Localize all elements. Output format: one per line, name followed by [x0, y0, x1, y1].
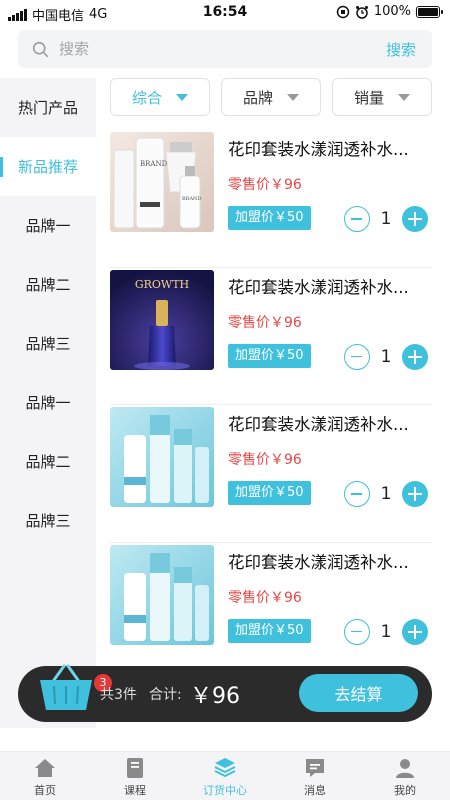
- battery-icon: [416, 5, 443, 18]
- layers-icon: [214, 758, 236, 778]
- book-icon: [127, 758, 143, 778]
- tab-bar: 首页 课程 订货中心 消息 我的: [0, 751, 450, 800]
- orientation-lock-icon: [336, 5, 350, 18]
- tab-course[interactable]: 课程: [90, 752, 180, 800]
- cart-total-label: 合计:: [149, 687, 182, 703]
- status-right: 100%: [336, 4, 443, 19]
- sidebar-item-brand-2[interactable]: 品牌二: [0, 255, 96, 314]
- wholesale-price-badge: 加盟价￥50: [228, 618, 311, 643]
- cart-bar: 3 共3件 合计: ￥96 去结算: [18, 664, 432, 722]
- plus-icon[interactable]: [402, 481, 428, 507]
- product-card[interactable]: BRAND BRAND 花印套装水漾润透补水... 零售价￥96 加盟价￥50 …: [110, 130, 432, 268]
- quantity-value: 1: [380, 209, 392, 229]
- product-image: BRAND BRAND: [110, 132, 214, 232]
- wholesale-price-badge: 加盟价￥50: [228, 343, 311, 368]
- sidebar-item-brand-1[interactable]: 品牌一: [0, 196, 96, 255]
- quantity-stepper: 1: [344, 618, 428, 645]
- quantity-stepper: 1: [344, 343, 428, 370]
- retail-price: 零售价￥96: [228, 177, 302, 193]
- quantity-value: 1: [380, 621, 392, 642]
- cart-total: ￥96: [190, 684, 240, 709]
- filter-brand[interactable]: 品牌: [221, 78, 321, 116]
- minus-icon[interactable]: [344, 206, 370, 232]
- product-card[interactable]: GROWTH 花印套装水漾润透补水... 零售价￥96 加盟价￥50 1: [110, 268, 432, 405]
- user-icon: [396, 759, 414, 778]
- tab-messages[interactable]: 消息: [270, 752, 360, 800]
- caret-down-icon: [398, 93, 410, 101]
- product-image: GROWTH: [110, 269, 214, 370]
- quantity-value: 1: [380, 346, 392, 367]
- filter-bar: 综合 品牌 销量: [110, 78, 432, 118]
- tab-mine[interactable]: 我的: [360, 752, 450, 800]
- caret-down-icon: [287, 93, 299, 101]
- battery-percent: 100%: [373, 4, 411, 19]
- product-image: [110, 544, 214, 645]
- filter-label: 综合: [131, 88, 162, 107]
- caret-down-icon: [176, 93, 188, 101]
- tab-label: 我的: [394, 784, 416, 797]
- wholesale-price-badge: 加盟价￥50: [228, 206, 311, 230]
- sidebar-item-hot-products[interactable]: 热门产品: [0, 78, 96, 137]
- sidebar-item-brand-3[interactable]: 品牌三: [0, 314, 96, 373]
- tab-label: 首页: [34, 784, 56, 797]
- filter-comprehensive[interactable]: 综合: [110, 78, 210, 116]
- checkout-button[interactable]: 去结算: [299, 674, 418, 712]
- alarm-icon: [355, 5, 368, 19]
- sidebar-item-brand-1-b[interactable]: 品牌一: [0, 373, 96, 432]
- plus-icon[interactable]: [402, 343, 428, 370]
- product-card[interactable]: 花印套装水漾润透补水... 零售价￥96 加盟价￥50 1: [110, 543, 432, 680]
- search-icon: [32, 41, 49, 57]
- quantity-stepper: 1: [344, 206, 428, 232]
- minus-icon[interactable]: [344, 343, 370, 370]
- home-icon: [35, 759, 55, 777]
- message-icon: [306, 759, 324, 777]
- product-name: 花印套装水漾润透补水...: [228, 552, 409, 572]
- product-image: [110, 407, 214, 507]
- search-button[interactable]: 搜索: [386, 39, 416, 60]
- category-sidebar: 热门产品 新品推荐 品牌一 品牌二 品牌三 品牌一 品牌二 品牌三: [0, 78, 96, 728]
- brand-text: BRAND: [140, 160, 168, 168]
- retail-price: 零售价￥96: [228, 314, 302, 331]
- minus-icon[interactable]: [344, 618, 370, 645]
- tab-order-center[interactable]: 订货中心: [180, 752, 270, 800]
- plus-icon[interactable]: [402, 206, 428, 232]
- status-bar: 中国电信 4G 16:54 100%: [0, 0, 450, 26]
- search-bar: 搜索: [18, 30, 432, 68]
- retail-price: 零售价￥96: [228, 589, 302, 606]
- product-name: 花印套装水漾润透补水...: [228, 415, 409, 434]
- product-list: BRAND BRAND 花印套装水漾润透补水... 零售价￥96 加盟价￥50 …: [110, 130, 432, 680]
- tab-label: 订货中心: [203, 784, 247, 797]
- sidebar-item-new-products[interactable]: 新品推荐: [0, 137, 96, 196]
- product-card[interactable]: 花印套装水漾润透补水... 零售价￥96 加盟价￥50 1: [110, 405, 432, 543]
- cart-item-count: 共3件: [100, 687, 137, 703]
- tab-label: 消息: [304, 784, 326, 797]
- filter-sales[interactable]: 销量: [332, 78, 432, 116]
- filter-label: 品牌: [242, 88, 273, 107]
- product-name: 花印套装水漾润透补水...: [228, 140, 409, 159]
- filter-label: 销量: [353, 88, 384, 107]
- retail-price: 零售价￥96: [228, 452, 302, 468]
- brand-text: BRAND: [182, 196, 201, 202]
- tab-label: 课程: [124, 784, 146, 797]
- basket-icon[interactable]: [36, 660, 96, 714]
- quantity-stepper: 1: [344, 481, 428, 507]
- sidebar-item-brand-3-b[interactable]: 品牌三: [0, 491, 96, 550]
- minus-icon[interactable]: [344, 481, 370, 507]
- search-input[interactable]: [59, 40, 386, 58]
- quantity-value: 1: [380, 484, 392, 504]
- wholesale-price-badge: 加盟价￥50: [228, 481, 311, 505]
- growth-text: GROWTH: [135, 278, 189, 291]
- product-name: 花印套装水漾润透补水...: [228, 277, 409, 297]
- plus-icon[interactable]: [402, 618, 428, 645]
- sidebar-item-brand-2-b[interactable]: 品牌二: [0, 432, 96, 491]
- tab-home[interactable]: 首页: [0, 752, 90, 800]
